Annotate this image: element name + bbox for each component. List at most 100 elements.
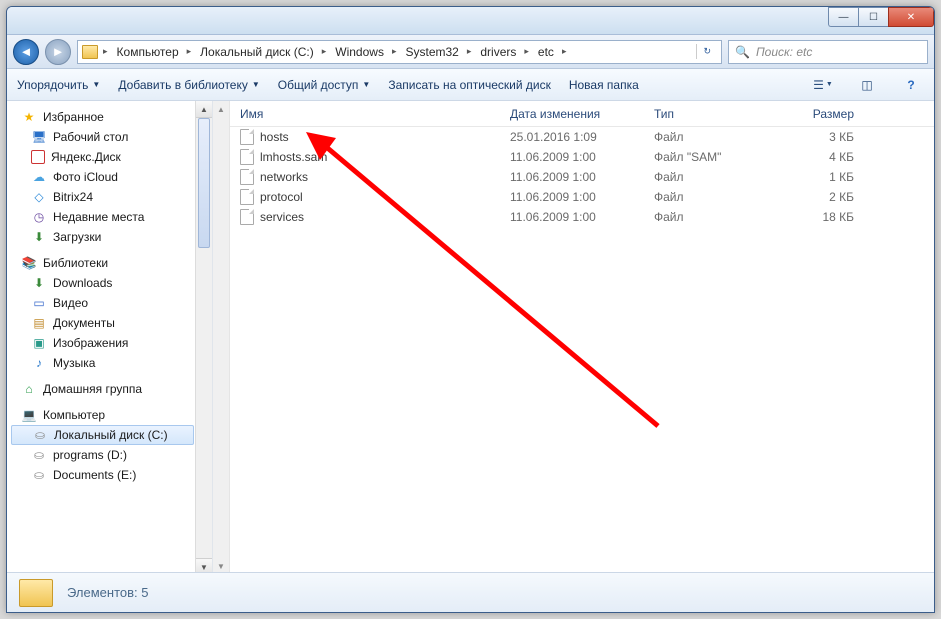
organize-button[interactable]: Упорядочить▼ — [17, 78, 100, 92]
column-type[interactable]: Тип — [644, 107, 784, 121]
breadcrumb-segment[interactable]: etc — [532, 43, 559, 61]
new-folder-button[interactable]: Новая папка — [569, 78, 639, 92]
breadcrumb-segment[interactable]: Windows — [329, 43, 389, 61]
breadcrumb-segment[interactable]: drivers — [474, 43, 521, 61]
item-count-label: Элементов: 5 — [67, 585, 148, 600]
forward-button[interactable]: ► — [45, 39, 71, 65]
favorites-header[interactable]: ★Избранное — [11, 107, 194, 127]
file-size: 3 КБ — [784, 130, 864, 144]
file-row[interactable]: protocol11.06.2009 1:00Файл2 КБ — [230, 187, 934, 207]
search-icon: 🔍 — [735, 45, 750, 59]
sidebar-item-yandex-disk[interactable]: Яндекс.Диск — [11, 147, 194, 167]
folder-icon — [82, 45, 98, 59]
chevron-down-icon: ▼ — [92, 80, 100, 89]
sidebar-scrollbar[interactable]: ▲ ▼ — [195, 101, 212, 575]
file-icon — [240, 209, 254, 225]
computer-header[interactable]: 💻Компьютер — [11, 405, 194, 425]
minimize-button[interactable]: — — [828, 7, 858, 27]
chevron-icon[interactable]: ▸ — [101, 46, 110, 57]
sidebar-item-lib-downloads[interactable]: ⬇Downloads — [11, 273, 194, 293]
maximize-button[interactable]: ☐ — [858, 7, 888, 27]
sidebar-item-lib-video[interactable]: ▭Видео — [11, 293, 194, 313]
file-row[interactable]: hosts25.01.2016 1:09Файл3 КБ — [230, 127, 934, 147]
scroll-up-icon[interactable]: ▲ — [213, 101, 229, 118]
explorer-window: — ☐ ✕ ◄ ► ▸ Компьютер ▸ Локальный диск (… — [6, 6, 935, 613]
scrollbar-thumb[interactable] — [198, 118, 210, 248]
folder-icon — [19, 579, 53, 607]
sidebar-item-drive-c[interactable]: ⛀Локальный диск (C:) — [11, 425, 194, 445]
sidebar-item-drive-e[interactable]: ⛀Documents (E:) — [11, 465, 194, 485]
music-icon: ♪ — [31, 355, 47, 371]
sidebar-item-lib-documents[interactable]: ▤Документы — [11, 313, 194, 333]
file-name: hosts — [260, 130, 289, 144]
close-button[interactable]: ✕ — [888, 7, 934, 27]
file-size: 18 КБ — [784, 210, 864, 224]
column-headers: Имя Дата изменения Тип Размер — [230, 101, 934, 127]
toolbar: Упорядочить▼ Добавить в библиотеку▼ Общи… — [7, 69, 934, 101]
download-icon: ⬇ — [31, 275, 47, 291]
library-icon: 📚 — [21, 255, 37, 271]
burn-button[interactable]: Записать на оптический диск — [388, 78, 551, 92]
file-date: 11.06.2009 1:00 — [500, 150, 644, 164]
chevron-icon[interactable]: ▸ — [560, 46, 569, 57]
sidebar-item-lib-music[interactable]: ♪Музыка — [11, 353, 194, 373]
sidebar-item-lib-images[interactable]: ▣Изображения — [11, 333, 194, 353]
breadcrumb-segment[interactable]: System32 — [399, 43, 463, 61]
file-date: 25.01.2016 1:09 — [500, 130, 644, 144]
file-date: 11.06.2009 1:00 — [500, 210, 644, 224]
sidebar-item-downloads[interactable]: ⬇Загрузки — [11, 227, 194, 247]
search-placeholder: Поиск: etc — [756, 45, 812, 59]
titlebar: — ☐ ✕ — [7, 7, 934, 35]
file-icon — [240, 189, 254, 205]
file-size: 1 КБ — [784, 170, 864, 184]
file-row[interactable]: networks11.06.2009 1:00Файл1 КБ — [230, 167, 934, 187]
sidebar-item-desktop[interactable]: 🖥Рабочий стол — [11, 127, 194, 147]
file-icon — [240, 169, 254, 185]
file-icon — [240, 149, 254, 165]
homegroup-icon: ⌂ — [21, 381, 37, 397]
star-icon: ★ — [21, 109, 37, 125]
recent-icon: ◷ — [31, 209, 47, 225]
chevron-down-icon: ▼ — [362, 80, 370, 89]
file-name: protocol — [260, 190, 303, 204]
libraries-header[interactable]: 📚Библиотеки — [11, 253, 194, 273]
column-date[interactable]: Дата изменения — [500, 107, 644, 121]
sidebar-item-recent[interactable]: ◷Недавние места — [11, 207, 194, 227]
refresh-button[interactable]: ↻ — [696, 44, 717, 59]
help-button[interactable]: ? — [898, 74, 924, 96]
chevron-icon[interactable]: ▸ — [390, 46, 399, 57]
address-bar[interactable]: ▸ Компьютер ▸ Локальный диск (C:) ▸ Wind… — [77, 40, 722, 64]
chevron-icon[interactable]: ▸ — [185, 46, 194, 57]
chevron-icon[interactable]: ▸ — [465, 46, 474, 57]
drive-icon: ⛀ — [32, 427, 48, 443]
column-size[interactable]: Размер — [784, 107, 864, 121]
file-list-pane: ▲ ▼ Имя Дата изменения Тип Размер hosts 2… — [213, 101, 934, 575]
chevron-icon[interactable]: ▸ — [522, 46, 531, 57]
main-scrollbar[interactable]: ▲ ▼ — [213, 101, 230, 575]
homegroup-header[interactable]: ⌂Домашняя группа — [11, 379, 194, 399]
chevron-down-icon: ▼ — [252, 80, 260, 89]
preview-pane-button[interactable]: ◫ — [854, 74, 880, 96]
file-size: 4 КБ — [784, 150, 864, 164]
sidebar-item-bitrix24[interactable]: ◇Bitrix24 — [11, 187, 194, 207]
file-row[interactable]: lmhosts.sam11.06.2009 1:00Файл "SAM"4 КБ — [230, 147, 934, 167]
image-icon: ▣ — [31, 335, 47, 351]
navigation-tree: ★Избранное 🖥Рабочий стол Яндекс.Диск ☁Фо… — [7, 101, 213, 575]
file-row[interactable]: services11.06.2009 1:00Файл18 КБ — [230, 207, 934, 227]
scroll-up-icon[interactable]: ▲ — [196, 101, 212, 118]
back-button[interactable]: ◄ — [13, 39, 39, 65]
file-name: services — [260, 210, 304, 224]
yandex-disk-icon — [31, 150, 45, 164]
desktop-icon: 🖥 — [31, 129, 47, 145]
breadcrumb-segment[interactable]: Локальный диск (C:) — [194, 43, 319, 61]
view-mode-button[interactable]: ☰▼ — [810, 74, 836, 96]
share-button[interactable]: Общий доступ▼ — [278, 78, 371, 92]
sidebar-item-drive-d[interactable]: ⛀programs (D:) — [11, 445, 194, 465]
add-library-button[interactable]: Добавить в библиотеку▼ — [118, 78, 259, 92]
breadcrumb-segment[interactable]: Компьютер — [111, 43, 184, 61]
sidebar-item-icloud-photos[interactable]: ☁Фото iCloud — [11, 167, 194, 187]
download-icon: ⬇ — [31, 229, 47, 245]
chevron-icon[interactable]: ▸ — [320, 46, 329, 57]
column-name[interactable]: Имя — [230, 107, 500, 121]
search-box[interactable]: 🔍 Поиск: etc — [728, 40, 928, 64]
